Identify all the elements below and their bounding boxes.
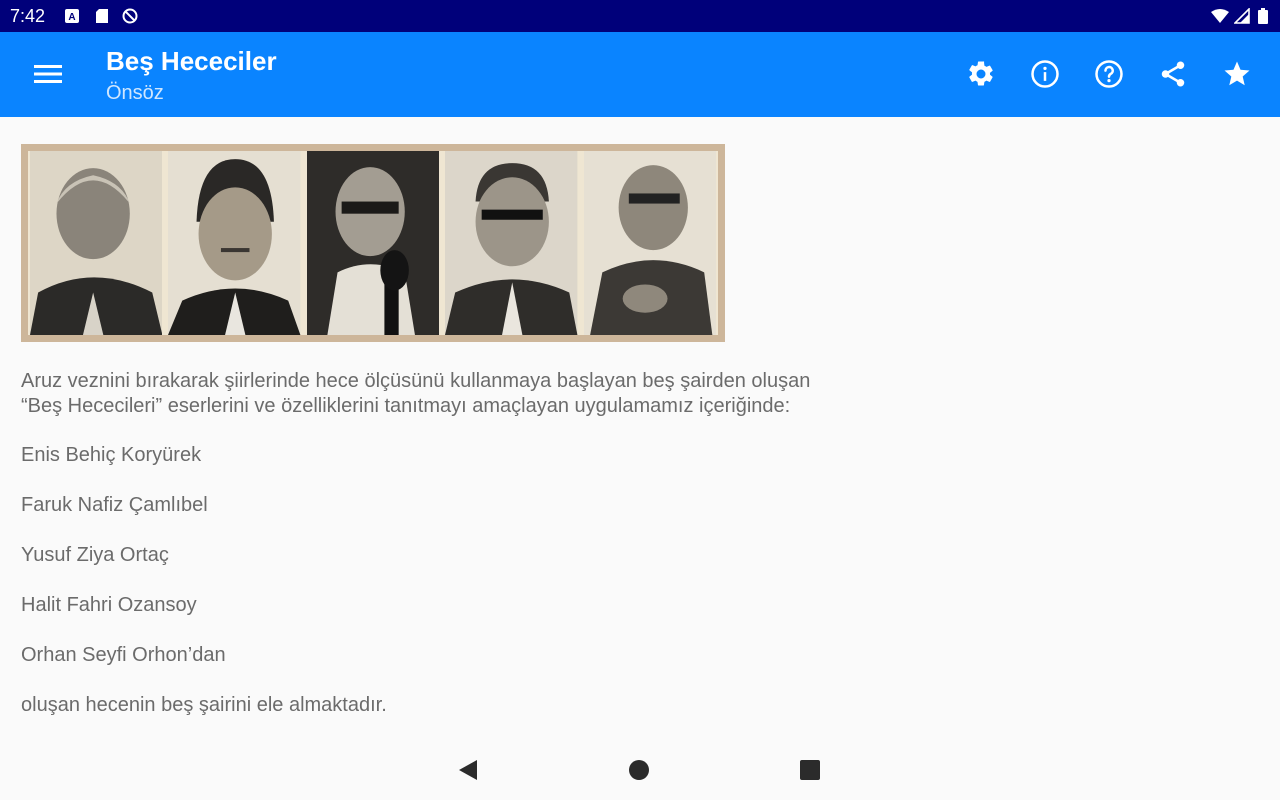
poet-5: Orhan Seyfi Orhon’dan xyxy=(21,644,226,666)
info-button[interactable] xyxy=(1021,50,1069,98)
recents-icon xyxy=(800,760,820,780)
info-icon xyxy=(1031,60,1059,88)
share-button[interactable] xyxy=(1149,50,1197,98)
settings-icon xyxy=(969,61,993,86)
poets-photo xyxy=(21,144,725,342)
page-title: Beş Hececiler xyxy=(106,46,277,76)
status-time: 7:42 xyxy=(10,6,46,26)
portrait-3 xyxy=(306,151,440,335)
home-icon xyxy=(629,760,649,780)
settings-button[interactable] xyxy=(957,50,1005,98)
favorite-button[interactable] xyxy=(1213,50,1261,98)
portrait-1 xyxy=(30,151,163,335)
content-area[interactable]: Aruz veznini bırakarak şiirlerinde hece … xyxy=(0,117,1280,736)
back-icon xyxy=(459,760,477,780)
poet-4: Halit Fahri Ozansoy xyxy=(21,594,197,616)
app-bar: Beş Hececiler Önsöz xyxy=(0,32,1280,117)
portrait-5 xyxy=(583,151,717,335)
poet-3: Yusuf Ziya Ortaç xyxy=(21,544,169,566)
menu-button[interactable] xyxy=(24,50,72,98)
star-icon xyxy=(1224,61,1250,86)
hamburger-menu-icon xyxy=(34,65,62,83)
back-button[interactable] xyxy=(450,752,486,788)
keyboard-a-icon: A xyxy=(65,9,79,23)
help-icon xyxy=(1095,60,1123,88)
intro-text-line-1: Aruz veznini bırakarak şiirlerinde hece … xyxy=(21,370,811,392)
no-disturb-icon xyxy=(122,8,138,24)
battery-icon xyxy=(1258,8,1268,24)
page-subtitle: Önsöz xyxy=(106,82,164,104)
wifi-icon xyxy=(1211,9,1229,23)
poet-2: Faruk Nafiz Çamlıbel xyxy=(21,494,208,516)
sd-card-icon xyxy=(96,9,108,23)
intro-text-line-2: “Beş Hececileri” eserlerini ve özellikle… xyxy=(21,395,791,417)
home-button[interactable] xyxy=(621,752,657,788)
closing-text: oluşan hecenin beş şairini ele almaktadı… xyxy=(21,694,387,716)
share-icon xyxy=(1161,61,1185,87)
navigation-bar xyxy=(0,736,1280,800)
portrait-4 xyxy=(445,151,578,335)
signal-icon xyxy=(1234,8,1250,24)
help-button[interactable] xyxy=(1085,50,1133,98)
svg-text:A: A xyxy=(68,12,75,23)
portrait-2 xyxy=(168,151,301,335)
poet-1: Enis Behiç Koryürek xyxy=(21,444,202,466)
recents-button[interactable] xyxy=(792,752,828,788)
status-bar: 7:42 A xyxy=(0,0,1280,32)
